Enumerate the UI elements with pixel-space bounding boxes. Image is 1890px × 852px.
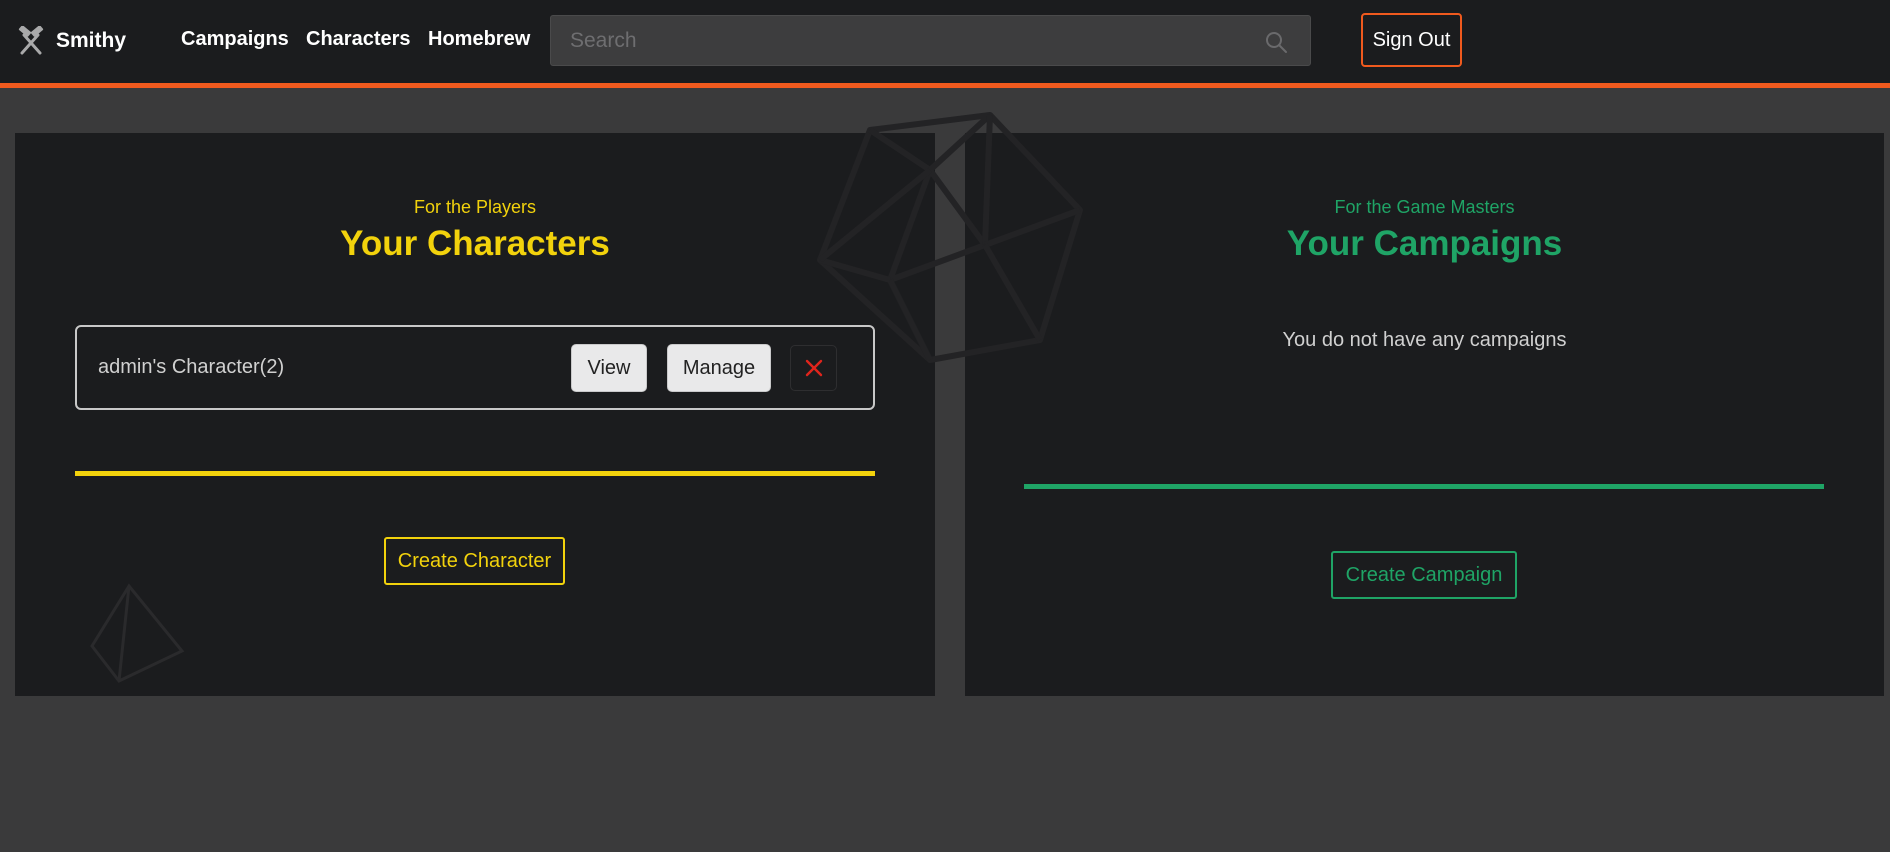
search-input[interactable]: [551, 16, 1310, 65]
manage-character-button[interactable]: Manage: [667, 344, 771, 392]
crossed-hammers-icon: [16, 25, 46, 56]
brand-name: Smithy: [56, 29, 127, 52]
brand-link[interactable]: Smithy: [16, 24, 126, 58]
d4-dice-decoration: [90, 583, 185, 683]
close-icon: [805, 359, 823, 377]
gm-subtitle: For the Game Masters: [1334, 197, 1515, 217]
search-box: [550, 15, 1311, 66]
players-title: Your Characters: [340, 224, 610, 263]
create-campaign-button[interactable]: Create Campaign: [1331, 551, 1517, 599]
view-character-button[interactable]: View: [571, 344, 647, 392]
top-navbar: Smithy Campaigns Characters Homebrew Sig…: [0, 0, 1890, 88]
create-character-button[interactable]: Create Character: [384, 537, 565, 585]
players-divider: [75, 471, 875, 476]
players-panel: For the Players Your Characters admin's …: [15, 133, 935, 696]
search-icon[interactable]: [1264, 30, 1288, 54]
nav-homebrew[interactable]: Homebrew: [428, 28, 530, 51]
nav-characters[interactable]: Characters: [306, 28, 411, 51]
no-campaigns-message: You do not have any campaigns: [1282, 329, 1567, 351]
gm-title: Your Campaigns: [1286, 224, 1563, 263]
character-list-item: admin's Character(2) View Manage: [75, 325, 875, 410]
gm-divider: [1024, 484, 1824, 489]
game-masters-panel: For the Game Masters Your Campaigns You …: [965, 133, 1884, 696]
delete-character-button[interactable]: [790, 345, 837, 391]
sign-out-button[interactable]: Sign Out: [1361, 13, 1462, 67]
nav-campaigns[interactable]: Campaigns: [181, 28, 289, 51]
character-name: admin's Character(2): [98, 356, 285, 378]
players-subtitle: For the Players: [413, 197, 537, 217]
